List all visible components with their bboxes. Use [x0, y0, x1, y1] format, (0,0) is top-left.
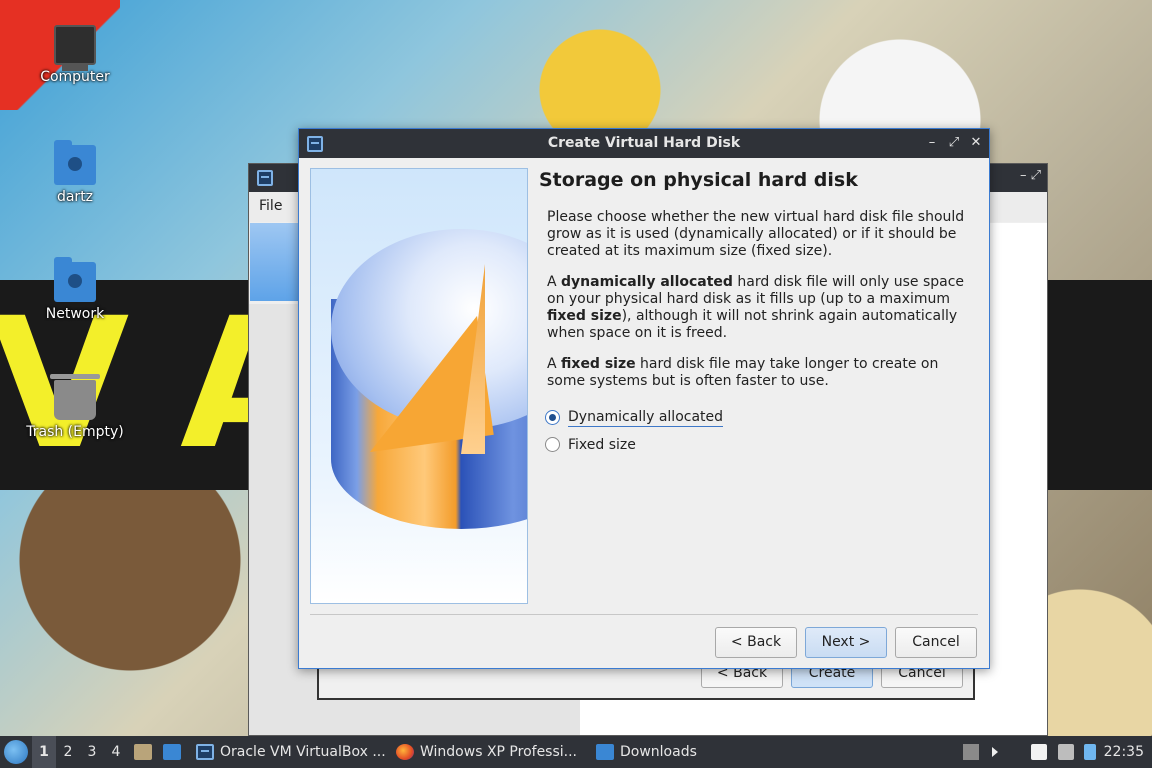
clock[interactable]: 22:35	[1104, 736, 1144, 768]
task-label: Downloads	[620, 744, 697, 760]
option-label[interactable]: Fixed size	[568, 437, 636, 453]
desktop-icon-computer[interactable]: Computer	[25, 25, 125, 85]
desktop-icon-trash[interactable]: Trash (Empty)	[25, 374, 125, 440]
folder-icon	[596, 744, 614, 760]
workspace-1[interactable]: 1	[32, 736, 56, 768]
menu-file[interactable]: File	[249, 192, 292, 220]
desktop-icon-label: Trash (Empty)	[26, 424, 124, 440]
volume-icon[interactable]	[992, 747, 998, 757]
firefox-icon	[396, 744, 414, 760]
close-icon[interactable]: ✕	[969, 134, 983, 152]
workspace-4[interactable]: 4	[104, 736, 128, 768]
home-folder-icon	[54, 140, 96, 185]
task-downloads[interactable]: Downloads	[596, 736, 697, 768]
desktop-icon-label: dartz	[56, 189, 94, 205]
back-button[interactable]: < Back	[715, 627, 797, 658]
dialog-title-bar[interactable]: Create Virtual Hard Disk – ⤢ ✕	[299, 129, 989, 158]
trash-icon	[50, 374, 100, 420]
tools-icon[interactable]	[250, 223, 298, 301]
start-menu-icon[interactable]	[4, 740, 28, 764]
desktop-icon-network[interactable]: Network	[25, 257, 125, 322]
task-label: Oracle VM VirtualBox ...	[220, 744, 386, 760]
next-button[interactable]: Next >	[805, 627, 887, 658]
task-virtualbox[interactable]: Oracle VM VirtualBox ...	[196, 736, 386, 768]
network-folder-icon	[54, 257, 96, 302]
desktop-icon-label: Computer	[40, 69, 110, 85]
wizard-content: Storage on physical hard disk Please cho…	[539, 168, 979, 458]
desktop-icon-label: Network	[45, 306, 105, 322]
window-controls: – ⤢ ✕	[925, 134, 983, 152]
dynamic-explanation-paragraph: A dynamically allocated hard disk file w…	[547, 274, 965, 341]
cancel-button[interactable]: Cancel	[895, 627, 977, 658]
button-divider	[310, 614, 978, 615]
option-fixed-size[interactable]: Fixed size	[545, 431, 979, 458]
network-icon[interactable]	[1058, 744, 1074, 760]
notification-icon[interactable]	[1084, 744, 1096, 760]
bg-window-controls[interactable]: – ⤢	[1020, 168, 1041, 183]
option-label[interactable]: Dynamically allocated	[568, 409, 724, 427]
dialog-title: Create Virtual Hard Disk	[547, 135, 741, 151]
computer-icon	[54, 25, 96, 71]
radio-fixed-size[interactable]	[545, 437, 560, 452]
task-firefox[interactable]: Windows XP Professi...	[396, 736, 577, 768]
option-dynamically-allocated[interactable]: Dynamically allocated	[545, 404, 979, 431]
clipboard-icon[interactable]	[1031, 744, 1047, 760]
taskbar: 1 2 3 4 Oracle VM VirtualBox ... Windows…	[0, 736, 1152, 768]
page-title: Storage on physical hard disk	[539, 169, 858, 191]
fixed-explanation-paragraph: A fixed size hard disk file may take lon…	[547, 356, 939, 389]
virtualbox-icon	[196, 744, 214, 760]
description-paragraph: Please choose whether the new virtual ha…	[547, 209, 965, 259]
create-virtual-hard-disk-dialog: Create Virtual Hard Disk – ⤢ ✕ Storage o…	[298, 128, 990, 669]
workspace-2[interactable]: 2	[56, 736, 80, 768]
hard-disk-illustration	[310, 168, 528, 604]
radio-dynamically-allocated[interactable]	[545, 410, 560, 425]
virtualbox-icon	[257, 170, 273, 186]
workspace-3[interactable]: 3	[80, 736, 104, 768]
task-label: Windows XP Professi...	[420, 744, 578, 760]
removable-media-icon[interactable]	[963, 744, 979, 760]
show-desktop-icon[interactable]	[163, 744, 181, 760]
file-manager-launcher-icon[interactable]	[134, 744, 152, 760]
minimize-icon[interactable]: –	[925, 134, 939, 152]
maximize-icon[interactable]: ⤢	[947, 134, 961, 152]
desktop-icon-home[interactable]: dartz	[25, 140, 125, 205]
